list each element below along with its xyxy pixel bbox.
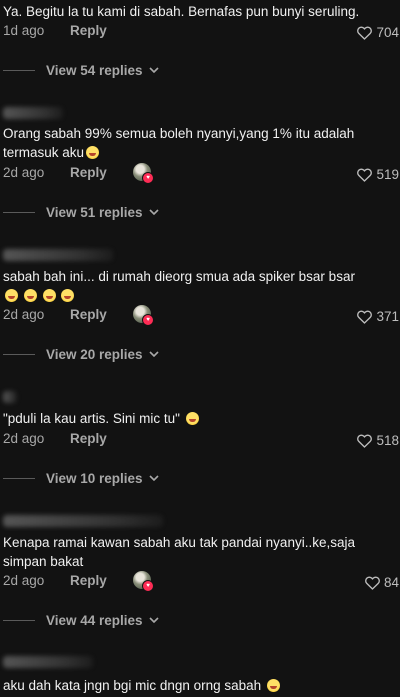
creator-liked-avatar: ♥: [133, 305, 154, 326]
laughing-emoji-icon: [5, 289, 18, 302]
view-replies-button[interactable]: View 51 replies: [3, 203, 159, 221]
laughing-emoji-icon: [23, 289, 37, 302]
like-count: 84: [383, 574, 399, 590]
comment-text: "pduli la kau artis. Sini mic tu": [3, 409, 395, 428]
comment-meta: 1d ago Reply 704: [3, 23, 399, 41]
replies-divider: [3, 211, 35, 213]
username-redacted: [3, 656, 93, 668]
chevron-down-icon: [149, 617, 159, 623]
laughing-emoji-icon: [86, 146, 100, 159]
view-replies-button[interactable]: View 54 replies: [3, 61, 159, 79]
reply-button[interactable]: Reply: [70, 431, 107, 446]
replies-divider: [3, 353, 35, 355]
chevron-down-icon: [149, 209, 159, 215]
username-redacted: [3, 107, 63, 119]
comment-age: 1d ago: [3, 23, 45, 38]
view-replies-button[interactable]: View 10 replies: [3, 469, 159, 487]
replies-divider: [3, 69, 35, 71]
comment-text: Kenapa ramai kawan sabah aku tak pandai …: [3, 535, 355, 569]
reply-button[interactable]: Reply: [70, 165, 107, 180]
heart-outline-icon: [365, 576, 380, 590]
view-replies-button[interactable]: View 20 replies: [3, 345, 159, 363]
view-replies-button[interactable]: View 44 replies: [3, 611, 159, 629]
chevron-down-icon: [149, 475, 159, 481]
comment-text: sabah bah ini... di rumah dieorg smua ad…: [3, 267, 395, 305]
laughing-emoji-icon: [42, 289, 56, 302]
username-redacted: [3, 391, 17, 403]
replies-divider: [3, 477, 35, 479]
creator-liked-avatar: ♥: [133, 571, 154, 592]
comment-text: aku dah kata jngn bgi mic dngn orng saba…: [3, 676, 395, 695]
comment-meta: 2d ago Reply 518: [3, 431, 399, 449]
reply-button[interactable]: Reply: [70, 23, 107, 38]
replies-divider: [3, 619, 35, 621]
chevron-down-icon: [149, 351, 159, 357]
view-replies-label: View 10 replies: [46, 470, 143, 486]
view-replies-label: View 51 replies: [46, 204, 143, 220]
username-redacted: [3, 249, 113, 261]
view-replies-label: View 54 replies: [46, 62, 143, 78]
like-button[interactable]: 84: [364, 573, 399, 591]
reply-button[interactable]: Reply: [70, 573, 107, 588]
like-button[interactable]: 371: [356, 307, 399, 325]
like-count: 518: [376, 432, 399, 448]
like-button[interactable]: 518: [356, 431, 399, 449]
like-count: 519: [376, 166, 399, 182]
reply-button[interactable]: Reply: [70, 307, 107, 322]
laughing-emoji-icon: [185, 412, 199, 425]
view-replies-label: View 44 replies: [46, 612, 143, 628]
comment-meta: 2d ago Reply ♥ 371: [3, 305, 399, 326]
comment-meta: 2d ago Reply ♥ 519: [3, 163, 399, 184]
username-redacted: [3, 515, 163, 527]
like-button[interactable]: 519: [356, 165, 399, 183]
comment-age: 2d ago: [3, 431, 45, 446]
heart-outline-icon: [357, 26, 373, 40]
heart-outline-icon: [357, 168, 373, 182]
heart-badge-icon: ♥: [142, 580, 154, 592]
view-replies-label: View 20 replies: [46, 346, 143, 362]
comment-meta: 2d ago Reply ♥ 84: [3, 571, 399, 592]
heart-badge-icon: ♥: [142, 172, 154, 184]
laughing-emoji-icon: [61, 289, 75, 302]
laughing-emoji-icon: [266, 679, 280, 692]
heart-outline-icon: [357, 310, 373, 324]
comment-text: Orang sabah 99% semua boleh nyanyi,yang …: [3, 126, 355, 160]
like-count: 704: [376, 24, 399, 40]
comment-age: 2d ago: [3, 573, 45, 588]
like-count: 371: [376, 308, 399, 324]
chevron-down-icon: [149, 67, 159, 73]
heart-badge-icon: ♥: [142, 314, 154, 326]
like-button[interactable]: 704: [356, 23, 399, 41]
comment-age: 2d ago: [3, 307, 45, 322]
heart-outline-icon: [357, 434, 373, 448]
comment-age: 2d ago: [3, 165, 45, 180]
creator-liked-avatar: ♥: [133, 163, 154, 184]
comment-text: Ya. Begitu la tu kami di sabah. Bernafas…: [3, 4, 360, 19]
